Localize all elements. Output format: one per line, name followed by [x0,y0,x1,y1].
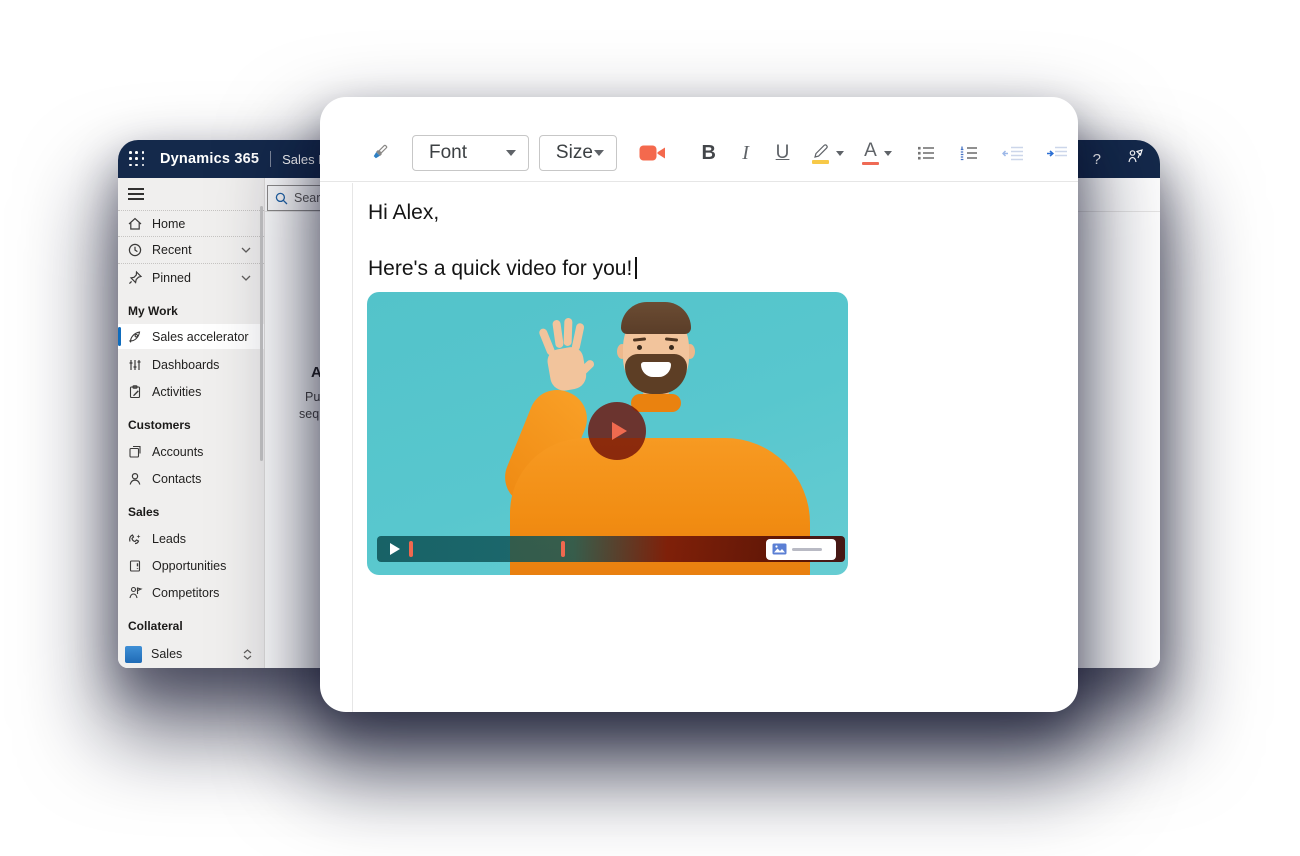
area-switch-chevrons-icon [243,649,252,660]
clock-icon [127,242,143,258]
highlight-color-bar [812,160,829,164]
italic-button[interactable]: I [735,142,756,165]
section-header-collateral: Collateral [118,619,264,633]
highlighter-icon [811,142,831,158]
font-color-bar [862,162,879,166]
insert-video-button[interactable] [639,144,666,162]
increase-indent-button[interactable] [1046,145,1068,161]
sweater-collar [631,394,681,412]
font-family-dropdown[interactable]: Font [412,135,529,171]
image-icon [772,543,787,555]
decrease-indent-button[interactable] [1002,145,1024,161]
man-eye [669,345,674,350]
video-thumbnail[interactable] [367,292,848,575]
hamburger-menu-icon[interactable] [128,188,144,200]
section-header-sales: Sales [118,505,264,519]
email-text-line-1: Hi Alex, [368,201,1078,225]
numbered-list-icon [959,145,978,161]
man-finger [564,318,572,346]
thumbnail-chip-text-placeholder [792,548,822,551]
play-button[interactable] [588,402,646,460]
leads-icon [127,531,143,547]
home-icon [127,216,143,232]
play-icon [612,422,627,440]
chevron-down-icon [506,150,516,156]
font-color-button[interactable]: A [862,141,879,166]
opportunity-icon [127,558,143,574]
clipboard-icon [127,384,143,400]
highlight-color-button[interactable] [811,142,831,164]
section-header-my-work: My Work [118,304,264,318]
section-header-customers: Customers [118,418,264,432]
format-painter-icon [368,142,390,164]
man-hair [621,302,691,334]
competitors-icon [127,585,143,601]
page: Dynamics 365 Sales Hub ? Home [0,0,1300,856]
sidebar-item-accounts[interactable]: Accounts [118,438,264,465]
chevron-down-icon[interactable] [836,151,844,156]
text-cursor [635,257,637,279]
person-icon [127,471,143,487]
sidebar: Home Recent Pinned My Work Sales acceler… [118,178,265,668]
sidebar-item-activities[interactable]: Activities [118,378,264,405]
sidebar-item-dashboards[interactable]: Dashboards [118,351,264,378]
accounts-icon [127,444,143,460]
numbered-list-button[interactable] [959,145,978,161]
occluded-text-fragment-2: seq [299,407,319,421]
chevron-down-icon [594,150,604,156]
player-play-icon[interactable] [390,543,400,555]
sidebar-item-recent[interactable]: Recent [118,237,264,264]
timeline-marker[interactable] [409,541,413,557]
chevron-down-icon [238,275,254,281]
bullet-list-icon [916,145,935,161]
chevron-down-icon [238,247,254,253]
video-progress-bar[interactable] [377,536,845,562]
occluded-text-fragment-1: Pu [305,390,320,404]
timeline-marker[interactable] [561,541,565,557]
sidebar-item-opportunities[interactable]: Opportunities [118,552,264,579]
editor-toolbar: Font Size B I U [320,97,1078,182]
format-painter-button[interactable] [368,142,390,164]
sidebar-item-pinned[interactable]: Pinned [118,264,264,291]
waffle-icon[interactable] [129,151,145,167]
man-eye [637,345,642,350]
bold-button[interactable]: B [698,142,719,165]
area-icon [125,646,142,663]
search-icon [275,192,288,205]
gauge-icon [127,357,143,373]
bullet-list-button[interactable] [916,145,935,161]
sidebar-item-contacts[interactable]: Contacts [118,465,264,492]
topbar-divider [270,151,271,167]
sidebar-scrollbar[interactable] [260,206,263,461]
help-icon[interactable]: ? [1093,151,1101,168]
thumbnail-chip[interactable] [766,539,836,560]
underline-button[interactable]: U [772,142,793,164]
video-camera-icon [639,144,666,162]
indent-icon [1046,145,1068,161]
area-switcher[interactable]: Sales [118,640,264,668]
sidebar-item-competitors[interactable]: Competitors [118,579,264,606]
outdent-icon [1002,145,1024,161]
font-size-dropdown[interactable]: Size [539,135,617,171]
email-text-line-2: Here's a quick video for you! [368,257,1078,281]
sidebar-item-leads[interactable]: Leads [118,525,264,552]
pin-icon [127,270,143,286]
email-editor-card: Font Size B I U [320,97,1078,712]
sidebar-item-home[interactable]: Home [118,210,264,237]
sidebar-item-sales-accelerator[interactable]: Sales accelerator [118,324,264,349]
rocket-icon [127,329,143,345]
chevron-down-icon[interactable] [884,151,892,156]
man-finger [552,320,563,349]
feedback-icon[interactable] [1127,149,1144,169]
brand-title: Dynamics 365 [160,151,259,167]
